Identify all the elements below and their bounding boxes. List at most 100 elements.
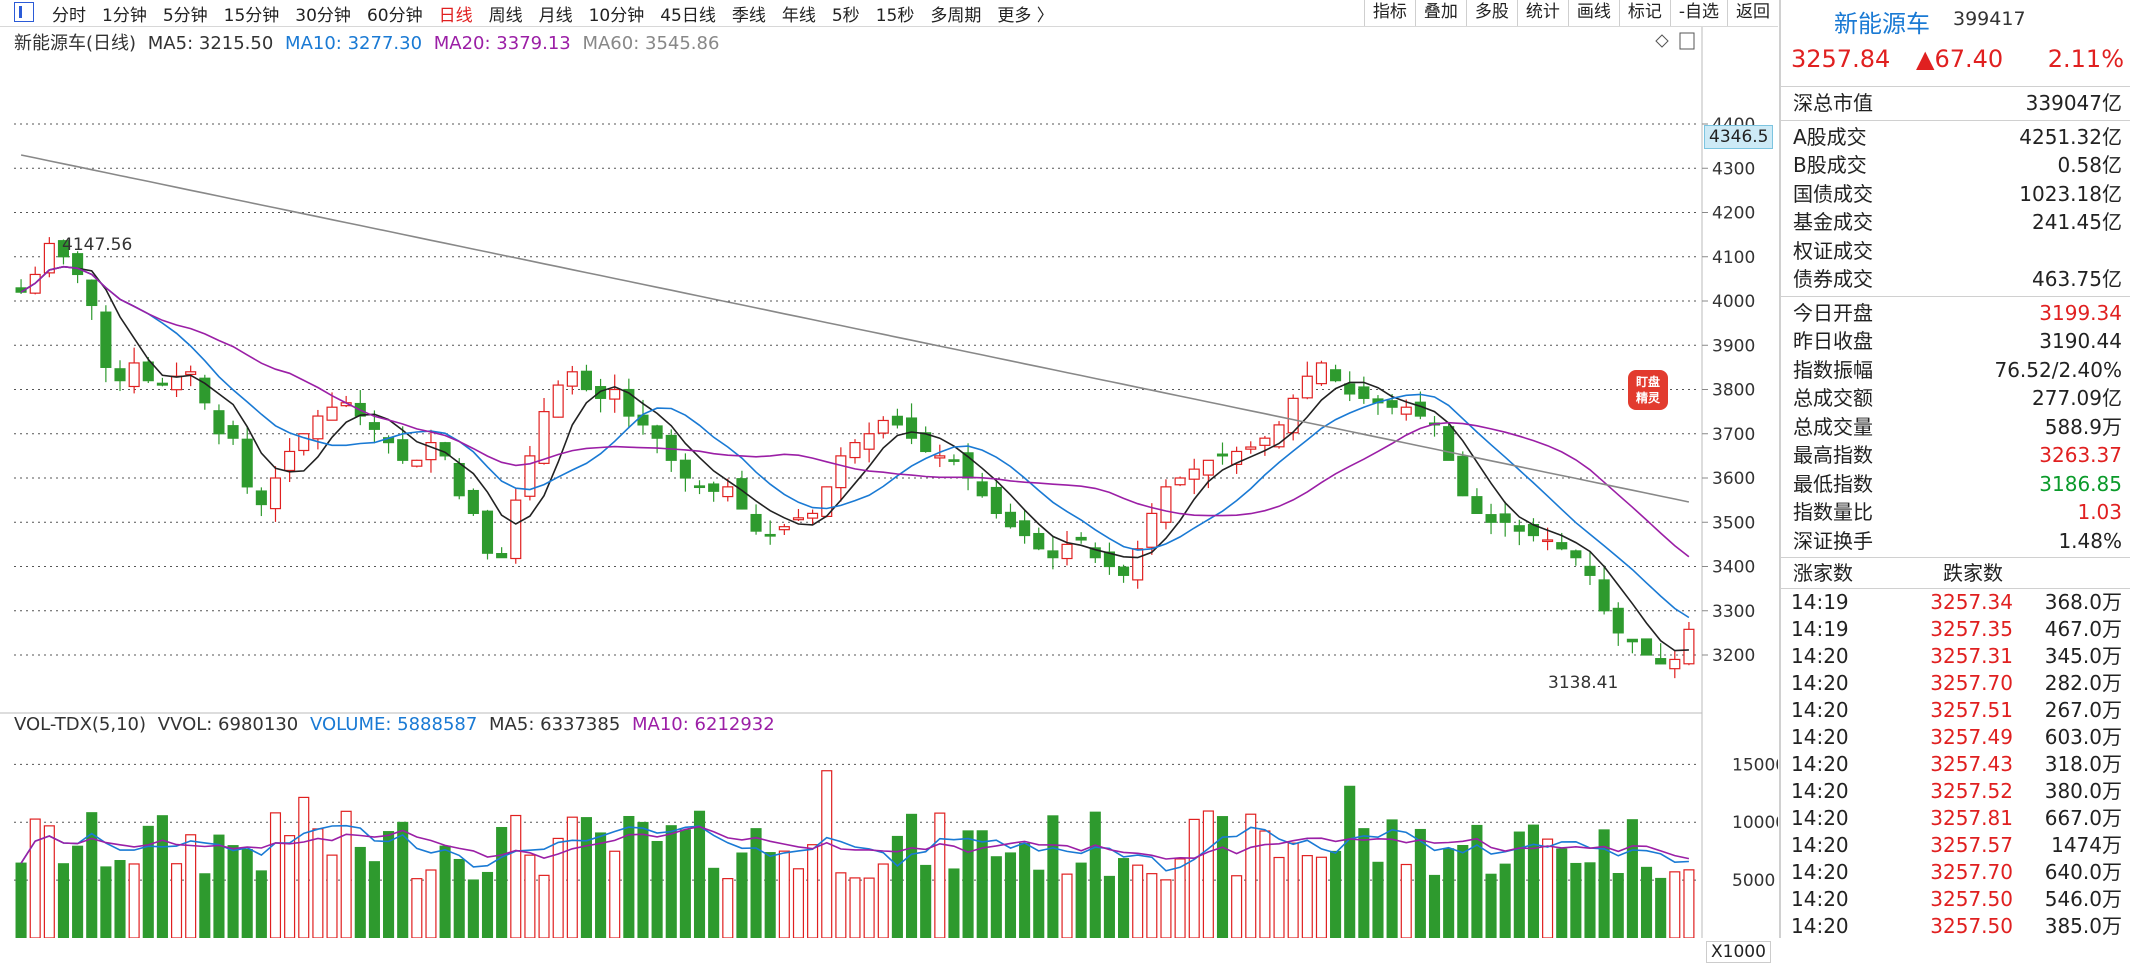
period-tab-7[interactable]: 周线 (489, 1, 523, 26)
volume-bar (693, 810, 706, 938)
vol-indicator-title[interactable]: VOL-TDX(5,10) (14, 714, 146, 735)
period-tab-11[interactable]: 季线 (732, 1, 766, 26)
tick-time: 14:20 (1791, 806, 1849, 830)
index-name[interactable]: 新能源车 (1834, 4, 1930, 39)
period-tab-6[interactable]: 日线 (439, 1, 473, 26)
chart-tools: 指标 叠加 多股 统计 画线 标记 -自选 返回 (1363, 0, 1778, 26)
price-change: ▲67.40 (1916, 45, 2004, 73)
volume-bar (354, 846, 366, 938)
period-tab-1[interactable]: 1分钟 (102, 1, 147, 26)
candle-body (1132, 548, 1144, 581)
period-tab-0[interactable]: 分时 (52, 1, 86, 26)
candle-body (1386, 400, 1398, 408)
candle-body (213, 410, 225, 435)
volume-bar (128, 863, 140, 938)
tool-button-1[interactable]: 叠加 (1414, 0, 1466, 26)
period-tab-3[interactable]: 15分钟 (224, 1, 280, 26)
candle-body (990, 486, 1002, 515)
candle-body (1485, 514, 1497, 523)
tool-button-7[interactable]: 返回 (1727, 0, 1778, 26)
candle-body (1499, 513, 1511, 523)
stat-key: A股成交 (1793, 124, 1867, 149)
candle-body (905, 417, 918, 439)
candle-body (1301, 375, 1313, 399)
volume-bar (1655, 877, 1667, 938)
tool-button-6[interactable]: -自选 (1669, 0, 1727, 26)
ma10-label: MA10: 3277.30 (285, 33, 423, 54)
candle-body (411, 459, 423, 467)
period-tab-5[interactable]: 60分钟 (367, 1, 423, 26)
period-tab-8[interactable]: 月线 (539, 1, 573, 26)
volume-bar (114, 860, 126, 938)
stat-value: 1.03 (2077, 500, 2122, 524)
volume-bar (863, 877, 875, 938)
stat-key: 深证换手 (1793, 528, 1873, 553)
volume-bar (651, 840, 663, 938)
stat-key: 国债成交 (1793, 181, 1873, 206)
stat-value: 1023.18亿 (2019, 181, 2122, 206)
candle-body (595, 386, 607, 399)
tool-button-0[interactable]: 指标 (1363, 0, 1415, 26)
candle-body (453, 462, 465, 497)
candle-body (128, 362, 140, 388)
tool-button-3[interactable]: 统计 (1516, 0, 1568, 26)
tool-button-2[interactable]: 多股 (1465, 0, 1517, 26)
volume-bar (1188, 818, 1200, 938)
tick-volume: 640.0万 (2044, 860, 2122, 884)
candle-body (722, 486, 734, 498)
candle-body (100, 311, 112, 368)
tick-time: 14:20 (1791, 725, 1849, 749)
volume-bar (185, 834, 197, 938)
volume-bar (1344, 785, 1356, 938)
candle-body (1315, 362, 1327, 385)
app-logo-icon[interactable] (14, 2, 34, 22)
stat-key: 最低指数 (1793, 471, 1873, 496)
stat-value: 463.75亿 (2032, 267, 2122, 291)
stat-row: 总成交量 588.9万 (1781, 413, 2130, 442)
chart-canvas[interactable]: 4400430042004100400039003800370036003500… (0, 27, 1778, 938)
stat-row: B股成交 0.58亿 (1781, 151, 2130, 180)
kline-chart[interactable]: 4400430042004100400039003800370036003500… (0, 27, 1778, 963)
period-tab-2[interactable]: 5分钟 (163, 1, 208, 26)
volume-bar (1386, 819, 1398, 938)
low-price-label: 3138.41 (1548, 673, 1619, 693)
price-tick-label: 4300 (1712, 159, 1755, 179)
period-tab-12[interactable]: 年线 (782, 1, 816, 26)
volume-label: VOLUME: 5888587 (309, 714, 478, 735)
volume-bar (397, 821, 409, 938)
tick-time: 14:20 (1791, 833, 1849, 857)
price-tick-label: 3400 (1712, 558, 1755, 578)
candle-body (976, 481, 988, 497)
tick-row: 14:20 3257.51 267.0万 (1781, 697, 2130, 724)
volume-bar (100, 866, 112, 938)
volume-bar (665, 825, 677, 938)
tool-button-4[interactable]: 画线 (1567, 0, 1619, 26)
stat-key: B股成交 (1793, 153, 1867, 177)
period-tab-15[interactable]: 多周期 (930, 1, 981, 26)
candle-body (538, 411, 550, 464)
candle-body (397, 439, 409, 461)
chart-title: 新能源车(日线) (14, 33, 137, 54)
volume-bar (1669, 871, 1681, 938)
volume-bar (1301, 855, 1313, 938)
stat-key: 深总市值 (1793, 91, 1873, 115)
change-percent: 2.11% (2047, 45, 2124, 73)
volume-bar (1103, 875, 1115, 938)
volume-bar (807, 844, 819, 938)
period-tab-14[interactable]: 15秒 (876, 1, 915, 26)
monitor-spirit-badge[interactable]: 盯盘 精灵 (1628, 370, 1668, 410)
period-tab-10[interactable]: 45日线 (660, 1, 716, 26)
tick-price: 3257.52 (1930, 779, 2013, 803)
volume-bar (750, 828, 762, 938)
period-tab-9[interactable]: 10分钟 (589, 1, 645, 26)
tick-list[interactable]: 14:19 3257.34 368.0万 14:19 3257.35 467.0万 14:2… (1781, 589, 2130, 940)
volume-bar (425, 869, 437, 938)
candle-body (849, 442, 861, 459)
period-tab-13[interactable]: 5秒 (832, 1, 860, 26)
volume-bar (496, 826, 508, 938)
period-tab-4[interactable]: 30分钟 (295, 1, 351, 26)
tool-button-5[interactable]: 标记 (1618, 0, 1670, 26)
period-tab-16[interactable]: 更多 〉 (997, 1, 1053, 26)
tick-row: 14:19 3257.34 368.0万 (1781, 589, 2130, 616)
candle-body (142, 361, 154, 382)
